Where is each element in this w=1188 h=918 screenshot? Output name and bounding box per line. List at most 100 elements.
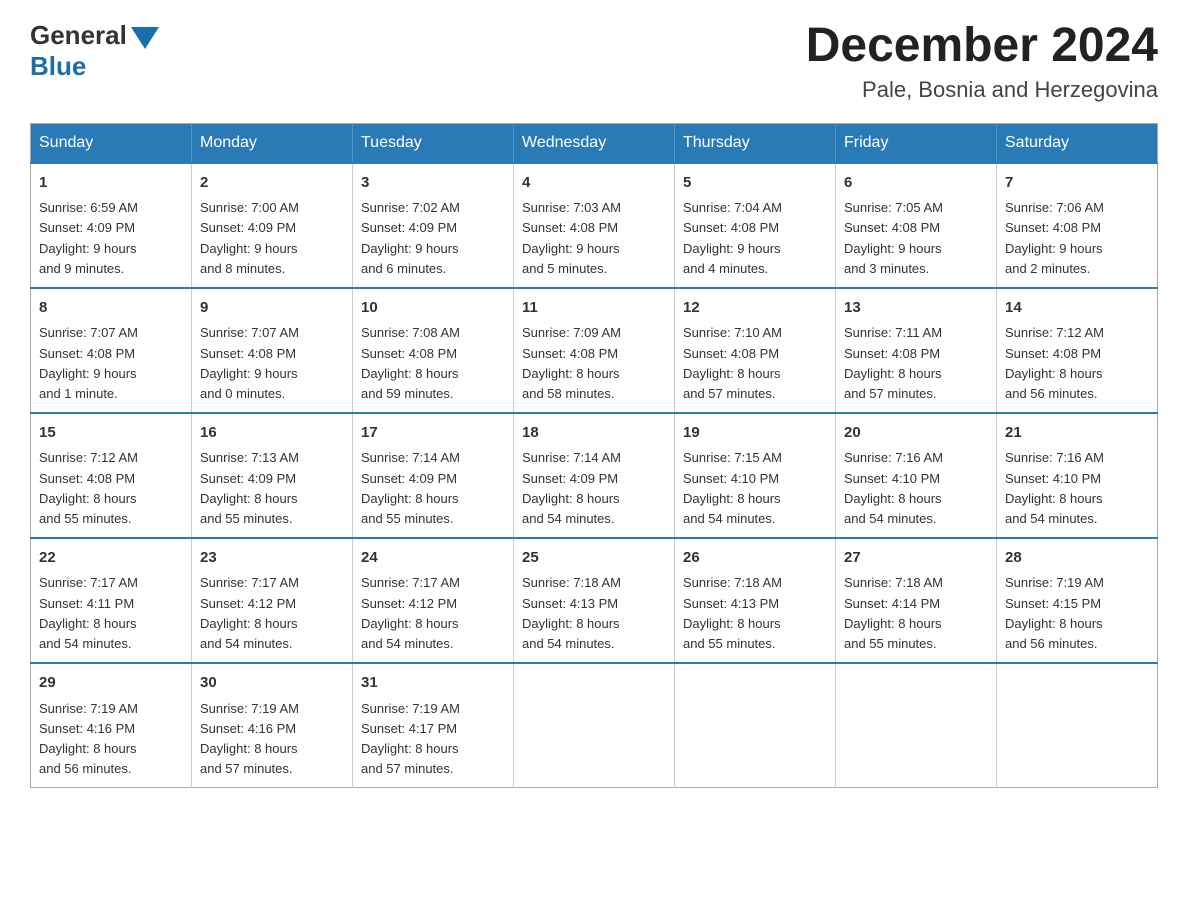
calendar-week-row: 8 Sunrise: 7:07 AM Sunset: 4:08 PM Dayli…: [31, 288, 1158, 413]
day-info: Sunrise: 7:15 AM Sunset: 4:10 PM Dayligh…: [683, 448, 827, 529]
calendar-cell: 3 Sunrise: 7:02 AM Sunset: 4:09 PM Dayli…: [353, 163, 514, 288]
day-number: 29: [39, 672, 183, 695]
calendar-cell: 11 Sunrise: 7:09 AM Sunset: 4:08 PM Dayl…: [514, 288, 675, 413]
day-info: Sunrise: 6:59 AM Sunset: 4:09 PM Dayligh…: [39, 198, 183, 279]
calendar-cell: 29 Sunrise: 7:19 AM Sunset: 4:16 PM Dayl…: [31, 663, 192, 788]
day-number: 17: [361, 422, 505, 445]
day-number: 24: [361, 547, 505, 570]
logo-triangle-icon: [131, 27, 159, 49]
header-row: Sunday Monday Tuesday Wednesday Thursday…: [31, 123, 1158, 163]
day-number: 4: [522, 172, 666, 195]
calendar-cell: 14 Sunrise: 7:12 AM Sunset: 4:08 PM Dayl…: [997, 288, 1158, 413]
calendar-cell: 30 Sunrise: 7:19 AM Sunset: 4:16 PM Dayl…: [192, 663, 353, 788]
day-number: 3: [361, 172, 505, 195]
calendar-cell: 16 Sunrise: 7:13 AM Sunset: 4:09 PM Dayl…: [192, 413, 353, 538]
calendar-cell: 26 Sunrise: 7:18 AM Sunset: 4:13 PM Dayl…: [675, 538, 836, 663]
day-info: Sunrise: 7:10 AM Sunset: 4:08 PM Dayligh…: [683, 323, 827, 404]
day-number: 16: [200, 422, 344, 445]
day-number: 18: [522, 422, 666, 445]
calendar-week-row: 15 Sunrise: 7:12 AM Sunset: 4:08 PM Dayl…: [31, 413, 1158, 538]
calendar-week-row: 1 Sunrise: 6:59 AM Sunset: 4:09 PM Dayli…: [31, 163, 1158, 288]
day-info: Sunrise: 7:02 AM Sunset: 4:09 PM Dayligh…: [361, 198, 505, 279]
day-info: Sunrise: 7:16 AM Sunset: 4:10 PM Dayligh…: [1005, 448, 1149, 529]
day-number: 5: [683, 172, 827, 195]
title-section: December 2024 Pale, Bosnia and Herzegovi…: [806, 20, 1158, 103]
day-number: 11: [522, 297, 666, 320]
calendar-cell: 25 Sunrise: 7:18 AM Sunset: 4:13 PM Dayl…: [514, 538, 675, 663]
calendar-week-row: 29 Sunrise: 7:19 AM Sunset: 4:16 PM Dayl…: [31, 663, 1158, 788]
day-number: 26: [683, 547, 827, 570]
day-number: 6: [844, 172, 988, 195]
calendar-cell: 18 Sunrise: 7:14 AM Sunset: 4:09 PM Dayl…: [514, 413, 675, 538]
location-title: Pale, Bosnia and Herzegovina: [806, 77, 1158, 103]
calendar-cell: 6 Sunrise: 7:05 AM Sunset: 4:08 PM Dayli…: [836, 163, 997, 288]
day-info: Sunrise: 7:19 AM Sunset: 4:17 PM Dayligh…: [361, 699, 505, 780]
day-info: Sunrise: 7:12 AM Sunset: 4:08 PM Dayligh…: [39, 448, 183, 529]
day-number: 31: [361, 672, 505, 695]
day-number: 2: [200, 172, 344, 195]
day-info: Sunrise: 7:14 AM Sunset: 4:09 PM Dayligh…: [361, 448, 505, 529]
calendar-cell: 8 Sunrise: 7:07 AM Sunset: 4:08 PM Dayli…: [31, 288, 192, 413]
header-tuesday: Tuesday: [353, 123, 514, 163]
calendar-week-row: 22 Sunrise: 7:17 AM Sunset: 4:11 PM Dayl…: [31, 538, 1158, 663]
day-info: Sunrise: 7:07 AM Sunset: 4:08 PM Dayligh…: [200, 323, 344, 404]
day-number: 27: [844, 547, 988, 570]
day-info: Sunrise: 7:19 AM Sunset: 4:16 PM Dayligh…: [200, 699, 344, 780]
day-number: 22: [39, 547, 183, 570]
day-info: Sunrise: 7:17 AM Sunset: 4:12 PM Dayligh…: [361, 573, 505, 654]
day-number: 7: [1005, 172, 1149, 195]
calendar-cell: 24 Sunrise: 7:17 AM Sunset: 4:12 PM Dayl…: [353, 538, 514, 663]
day-info: Sunrise: 7:06 AM Sunset: 4:08 PM Dayligh…: [1005, 198, 1149, 279]
day-info: Sunrise: 7:05 AM Sunset: 4:08 PM Dayligh…: [844, 198, 988, 279]
day-info: Sunrise: 7:00 AM Sunset: 4:09 PM Dayligh…: [200, 198, 344, 279]
calendar-cell: 31 Sunrise: 7:19 AM Sunset: 4:17 PM Dayl…: [353, 663, 514, 788]
day-info: Sunrise: 7:18 AM Sunset: 4:13 PM Dayligh…: [683, 573, 827, 654]
calendar-cell: 22 Sunrise: 7:17 AM Sunset: 4:11 PM Dayl…: [31, 538, 192, 663]
calendar-cell: [997, 663, 1158, 788]
header-monday: Monday: [192, 123, 353, 163]
calendar-cell: [514, 663, 675, 788]
day-info: Sunrise: 7:13 AM Sunset: 4:09 PM Dayligh…: [200, 448, 344, 529]
day-number: 21: [1005, 422, 1149, 445]
calendar-cell: 17 Sunrise: 7:14 AM Sunset: 4:09 PM Dayl…: [353, 413, 514, 538]
day-number: 8: [39, 297, 183, 320]
calendar-cell: 7 Sunrise: 7:06 AM Sunset: 4:08 PM Dayli…: [997, 163, 1158, 288]
day-number: 19: [683, 422, 827, 445]
calendar-cell: 28 Sunrise: 7:19 AM Sunset: 4:15 PM Dayl…: [997, 538, 1158, 663]
calendar-cell: 13 Sunrise: 7:11 AM Sunset: 4:08 PM Dayl…: [836, 288, 997, 413]
day-number: 20: [844, 422, 988, 445]
day-info: Sunrise: 7:09 AM Sunset: 4:08 PM Dayligh…: [522, 323, 666, 404]
day-info: Sunrise: 7:18 AM Sunset: 4:14 PM Dayligh…: [844, 573, 988, 654]
calendar-cell: 9 Sunrise: 7:07 AM Sunset: 4:08 PM Dayli…: [192, 288, 353, 413]
day-number: 14: [1005, 297, 1149, 320]
header-thursday: Thursday: [675, 123, 836, 163]
calendar-table: Sunday Monday Tuesday Wednesday Thursday…: [30, 123, 1158, 788]
day-info: Sunrise: 7:19 AM Sunset: 4:16 PM Dayligh…: [39, 699, 183, 780]
day-info: Sunrise: 7:18 AM Sunset: 4:13 PM Dayligh…: [522, 573, 666, 654]
day-info: Sunrise: 7:04 AM Sunset: 4:08 PM Dayligh…: [683, 198, 827, 279]
day-info: Sunrise: 7:17 AM Sunset: 4:11 PM Dayligh…: [39, 573, 183, 654]
calendar-cell: 4 Sunrise: 7:03 AM Sunset: 4:08 PM Dayli…: [514, 163, 675, 288]
logo-general-text: General: [30, 20, 127, 51]
calendar-cell: 5 Sunrise: 7:04 AM Sunset: 4:08 PM Dayli…: [675, 163, 836, 288]
calendar-cell: 2 Sunrise: 7:00 AM Sunset: 4:09 PM Dayli…: [192, 163, 353, 288]
day-info: Sunrise: 7:03 AM Sunset: 4:08 PM Dayligh…: [522, 198, 666, 279]
day-number: 13: [844, 297, 988, 320]
day-number: 23: [200, 547, 344, 570]
day-info: Sunrise: 7:11 AM Sunset: 4:08 PM Dayligh…: [844, 323, 988, 404]
calendar-cell: 12 Sunrise: 7:10 AM Sunset: 4:08 PM Dayl…: [675, 288, 836, 413]
calendar-cell: 19 Sunrise: 7:15 AM Sunset: 4:10 PM Dayl…: [675, 413, 836, 538]
page-header: General Blue December 2024 Pale, Bosnia …: [30, 20, 1158, 103]
day-number: 12: [683, 297, 827, 320]
calendar-cell: 21 Sunrise: 7:16 AM Sunset: 4:10 PM Dayl…: [997, 413, 1158, 538]
calendar-cell: [675, 663, 836, 788]
day-info: Sunrise: 7:07 AM Sunset: 4:08 PM Dayligh…: [39, 323, 183, 404]
header-sunday: Sunday: [31, 123, 192, 163]
day-info: Sunrise: 7:12 AM Sunset: 4:08 PM Dayligh…: [1005, 323, 1149, 404]
day-info: Sunrise: 7:14 AM Sunset: 4:09 PM Dayligh…: [522, 448, 666, 529]
day-number: 25: [522, 547, 666, 570]
day-number: 1: [39, 172, 183, 195]
logo: General Blue: [30, 20, 159, 82]
calendar-cell: 20 Sunrise: 7:16 AM Sunset: 4:10 PM Dayl…: [836, 413, 997, 538]
day-info: Sunrise: 7:19 AM Sunset: 4:15 PM Dayligh…: [1005, 573, 1149, 654]
